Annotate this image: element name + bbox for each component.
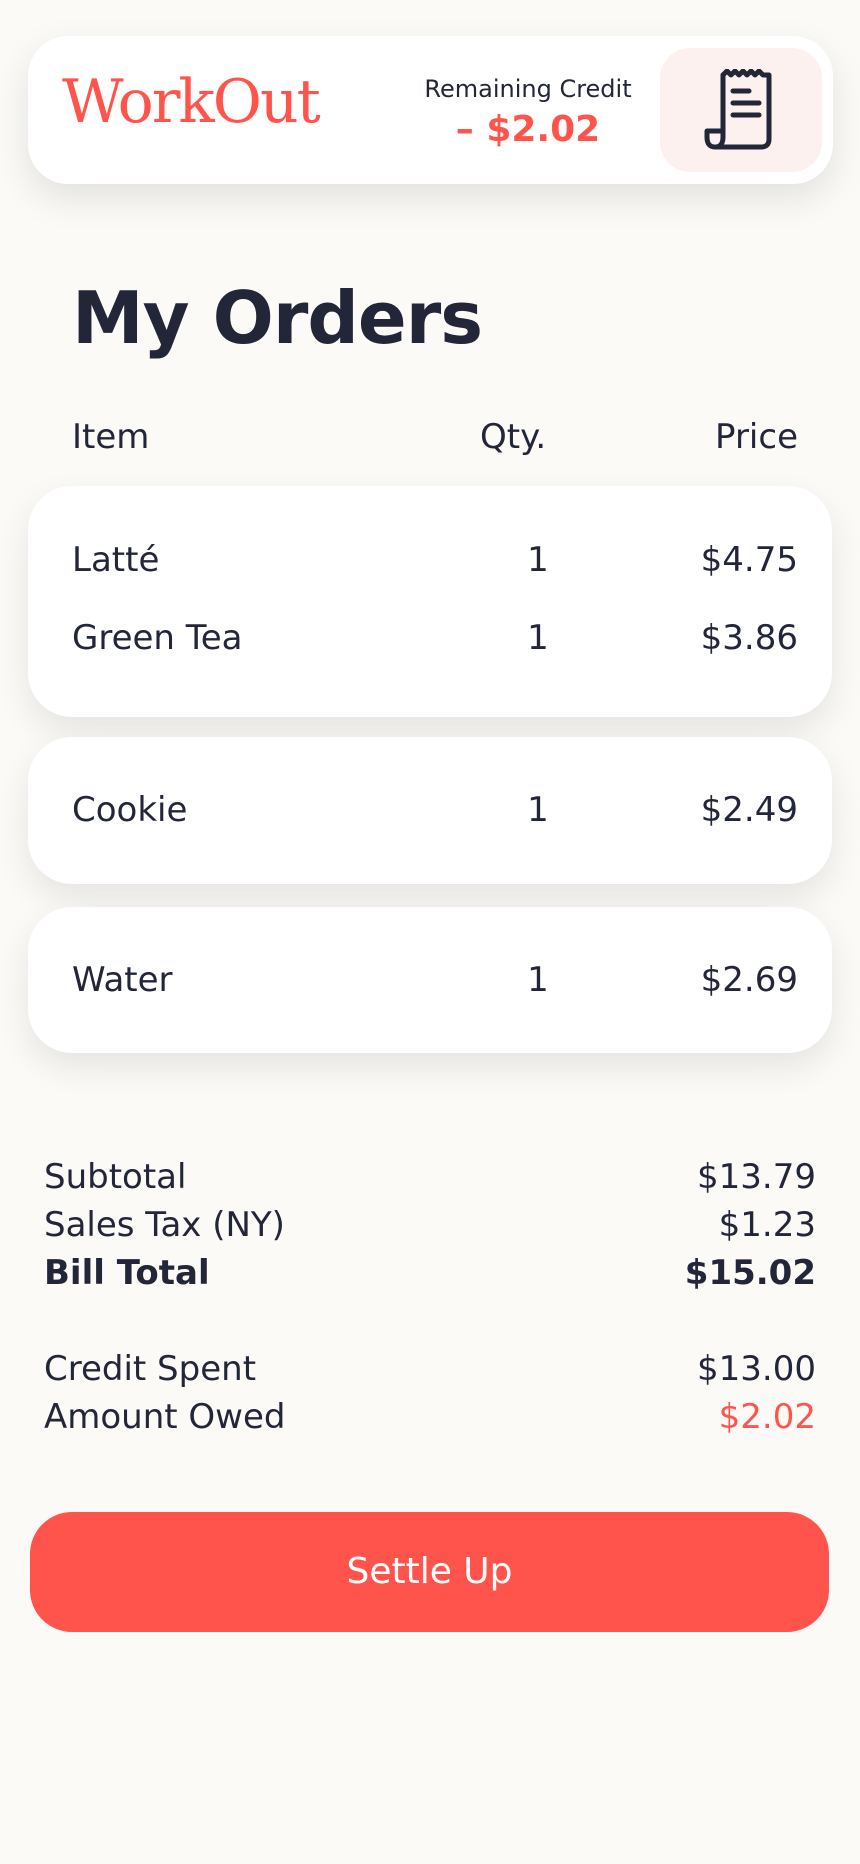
app-logo: WorkOut — [62, 67, 321, 137]
item-name: Water — [72, 960, 173, 1000]
item-price: $3.86 — [700, 618, 798, 658]
page-title: My Orders — [72, 276, 483, 360]
column-header-qty: Qty. — [480, 417, 547, 457]
order-item-row: Cookie 1 $2.49 — [28, 790, 832, 830]
amount-owed-label: Amount Owed — [44, 1397, 286, 1437]
receipt-icon — [704, 69, 772, 150]
item-price: $2.49 — [700, 790, 798, 830]
item-qty: 1 — [527, 618, 549, 658]
order-item-row: Green Tea 1 $3.86 — [28, 618, 832, 658]
order-card[interactable]: Water 1 $2.69 — [28, 907, 832, 1053]
column-header-price: Price — [715, 417, 798, 457]
subtotal-value: $13.79 — [697, 1157, 816, 1197]
remaining-credit-label: Remaining Credit — [424, 75, 632, 103]
order-item-row: Latté 1 $4.75 — [28, 540, 832, 580]
subtotal-label: Subtotal — [44, 1157, 187, 1197]
order-card[interactable]: Cookie 1 $2.49 — [28, 737, 832, 884]
subtotal-row: Subtotal $13.79 — [44, 1155, 816, 1199]
bill-total-label: Bill Total — [44, 1253, 210, 1293]
item-price: $2.69 — [700, 960, 798, 1000]
amount-owed-row: Amount Owed $2.02 — [44, 1395, 816, 1439]
settle-up-button[interactable]: Settle Up — [30, 1512, 829, 1632]
credit-spent-row: Credit Spent $13.00 — [44, 1347, 816, 1391]
credit-spent-label: Credit Spent — [44, 1349, 257, 1389]
app-header: WorkOut Remaining Credit – $2.02 — [28, 36, 833, 184]
item-name: Cookie — [72, 790, 188, 830]
item-name: Latté — [72, 540, 160, 580]
receipt-button[interactable] — [660, 48, 822, 172]
sales-tax-row: Sales Tax (NY) $1.23 — [44, 1203, 816, 1247]
item-qty: 1 — [527, 540, 549, 580]
order-card[interactable]: Latté 1 $4.75 Green Tea 1 $3.86 — [28, 486, 832, 717]
credit-spent-value: $13.00 — [697, 1349, 816, 1389]
item-qty: 1 — [527, 960, 549, 1000]
amount-owed-value: $2.02 — [718, 1397, 816, 1437]
sales-tax-value: $1.23 — [718, 1205, 816, 1245]
item-price: $4.75 — [700, 540, 798, 580]
order-item-row: Water 1 $2.69 — [28, 960, 832, 1000]
sales-tax-label: Sales Tax (NY) — [44, 1205, 285, 1245]
bill-total-value: $15.02 — [684, 1253, 816, 1293]
column-header-item: Item — [72, 417, 150, 457]
item-name: Green Tea — [72, 618, 243, 658]
bill-total-row: Bill Total $15.02 — [44, 1251, 816, 1295]
item-qty: 1 — [527, 790, 549, 830]
remaining-credit-value: – $2.02 — [455, 109, 601, 150]
